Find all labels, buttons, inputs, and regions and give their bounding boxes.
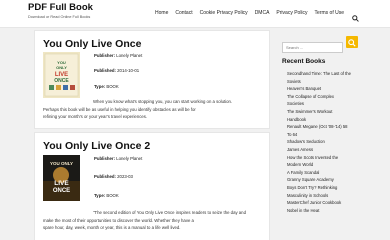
- recent-books-heading: Recent Books: [282, 58, 326, 65]
- search-button[interactable]: [346, 36, 358, 48]
- recent-books-list: Secondhand Time: The Last of the Soviets…: [287, 70, 363, 214]
- list-item[interactable]: To 64: [287, 131, 363, 139]
- site-tagline: Download or Read Online Full Books: [28, 15, 91, 19]
- list-item[interactable]: Boys Don't Try? Rethinking: [287, 184, 363, 192]
- post-title[interactable]: You Only Live Once: [43, 38, 141, 50]
- nav-dmca[interactable]: DMCA: [255, 10, 270, 16]
- nav-cookie-policy[interactable]: Cookie Privacy Policy: [200, 10, 248, 16]
- type-line: Type: BOOK: [94, 84, 119, 89]
- published-line: Published: 2014-10-01: [94, 68, 140, 73]
- post-title[interactable]: You Only Live Once 2: [43, 140, 150, 152]
- post-card: You Only Live Once 2 YOU ONLY LIVE ONCE …: [34, 132, 270, 240]
- type-line: Type: BOOK: [94, 193, 119, 198]
- list-item[interactable]: Secondhand Time: The Last of the: [287, 70, 363, 78]
- search-icon: [348, 39, 356, 47]
- list-item[interactable]: MasterChef Junior Cookbook: [287, 199, 363, 207]
- list-item[interactable]: The Swimmer's Workout: [287, 108, 363, 116]
- svg-text:LIVE: LIVE: [54, 180, 69, 187]
- list-item[interactable]: Granny Square Academy: [287, 176, 363, 184]
- nav-privacy-policy[interactable]: Privacy Policy: [276, 10, 307, 16]
- publisher-line: Publisher: Lonely Planet: [94, 53, 143, 58]
- post-excerpt: When you know what's stopping you, you c…: [43, 99, 233, 120]
- svg-text:ONCE: ONCE: [53, 188, 70, 194]
- nav-terms[interactable]: Terms of Use: [315, 10, 344, 16]
- post-excerpt: "The second edition of You Only Live Onc…: [43, 210, 246, 231]
- list-item[interactable]: A Family Scandal: [287, 169, 363, 177]
- search-icon[interactable]: [352, 9, 359, 22]
- list-item[interactable]: Shadow's Seduction: [287, 138, 363, 146]
- main-content: You Only Live Once YOU ONLY LIVE ONCE Pu…: [34, 30, 270, 240]
- list-item[interactable]: Modern World: [287, 161, 363, 169]
- list-item[interactable]: The Collapse of Complex: [287, 93, 363, 101]
- list-item[interactable]: Handbook: [287, 116, 363, 124]
- search-input[interactable]: [282, 42, 343, 53]
- list-item[interactable]: Heaven's Banquet: [287, 85, 363, 93]
- sidebar: Recent Books Secondhand Time: The Last o…: [282, 36, 362, 213]
- list-item[interactable]: James Amess: [287, 146, 363, 154]
- post-card: You Only Live Once YOU ONLY LIVE ONCE Pu…: [34, 30, 270, 129]
- publisher-line: Publisher: Lonely Planet: [94, 156, 143, 161]
- published-line: Published: 2023-03: [94, 174, 133, 179]
- list-item[interactable]: Nobel in the Heat: [287, 207, 363, 215]
- list-item[interactable]: Masculinity in Schools: [287, 192, 363, 200]
- list-item[interactable]: Societies: [287, 100, 363, 108]
- svg-text:ONCE: ONCE: [54, 78, 69, 84]
- nav-contact[interactable]: Contact: [175, 10, 192, 16]
- nav-home[interactable]: Home: [155, 10, 168, 16]
- svg-text:YOU ONLY: YOU ONLY: [50, 161, 73, 166]
- book-cover[interactable]: YOU ONLY LIVE ONCE: [43, 155, 80, 201]
- site-title[interactable]: PDF Full Book: [28, 2, 93, 13]
- site-header: PDF Full Book Download or Read Online Fu…: [0, 0, 390, 28]
- list-item[interactable]: Soviets: [287, 78, 363, 86]
- list-item[interactable]: How the Scots Invented the: [287, 154, 363, 162]
- main-nav: Home Contact Cookie Privacy Policy DMCA …: [148, 9, 359, 22]
- svg-text:ONLY: ONLY: [56, 65, 67, 70]
- list-item[interactable]: Renault Megane (Oct '08-'14) 58: [287, 123, 363, 131]
- book-cover[interactable]: YOU ONLY LIVE ONCE: [43, 52, 80, 98]
